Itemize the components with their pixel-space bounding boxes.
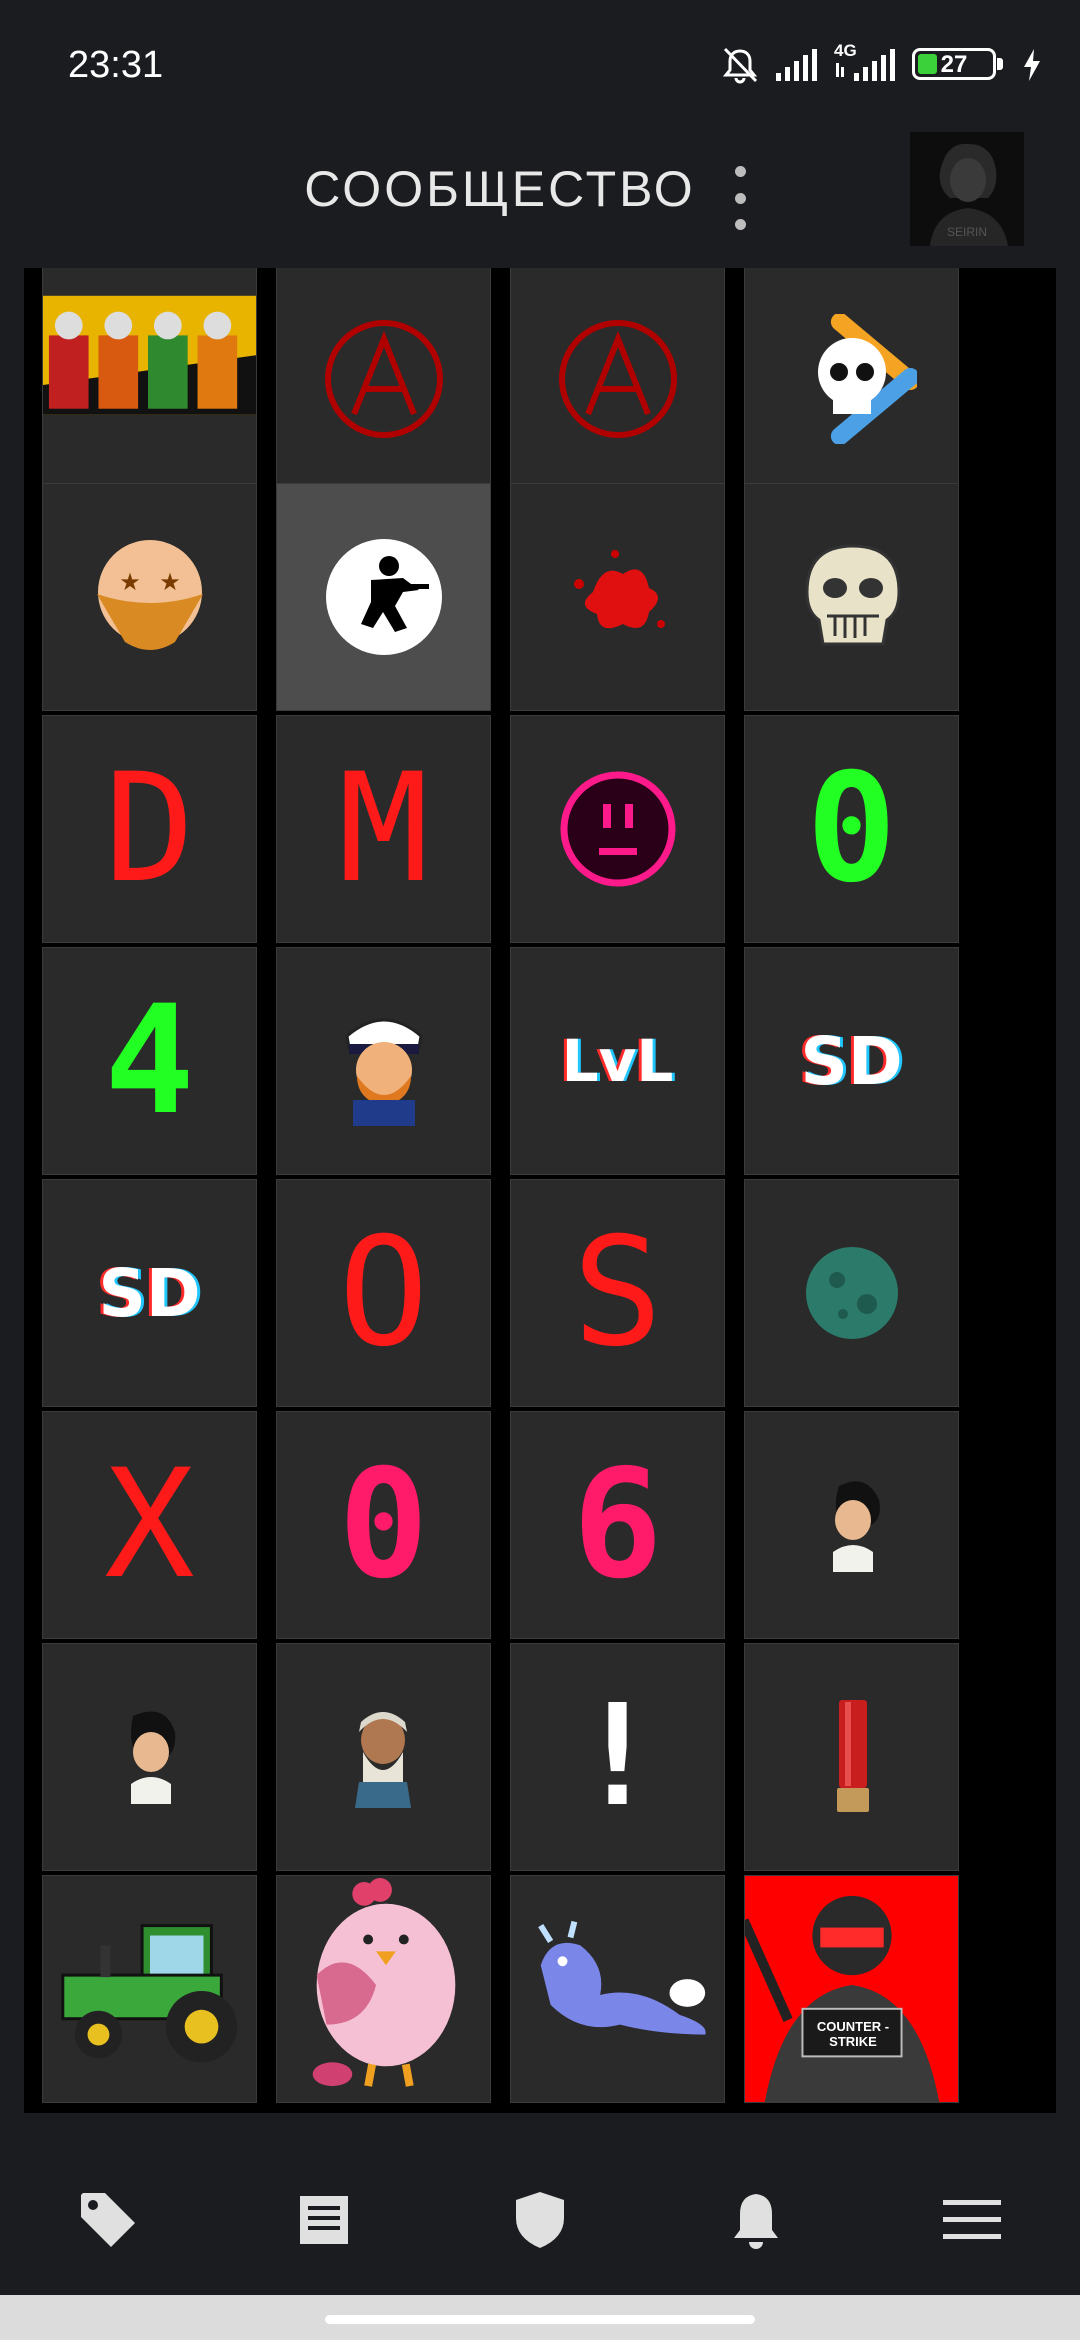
badge-cell-green-planet[interactable] [744,1179,959,1407]
badge-cell-boy-front[interactable] [42,1643,257,1871]
letter-s: S [572,1206,663,1380]
news-icon [300,2196,348,2244]
menu-icon [943,2200,1001,2239]
svg-text:SEIRIN: SEIRIN [947,225,987,239]
badge-cell-letter-x[interactable]: X [42,1411,257,1639]
badge-cell-bandit-emoji[interactable]: ★ ★ [42,483,257,711]
bottom-navigation [0,2145,1080,2295]
badge-cell-digit-0-pink[interactable]: 0 [276,1411,491,1639]
battery-label: 27 [940,51,968,78]
badge-cell-letter-d[interactable]: D [42,715,257,943]
sd-text: SD [800,1022,903,1100]
nav-store[interactable] [48,2160,168,2280]
exclamation-mark: ! [575,1675,660,1838]
badge-cell-shotgun-shell[interactable] [744,1643,959,1871]
letter-o: O [338,1206,429,1380]
badge-cell-blue-dragon[interactable] [510,1875,725,2103]
badge-cell-anarchy-1[interactable] [276,268,491,493]
home-gesture-handle[interactable] [325,2315,755,2324]
badge-cell-counter-strike[interactable]: COUNTER - STRIKE [744,1875,959,2103]
badge-cell-digit-4[interactable]: 4 [42,947,257,1175]
bell-off-icon [722,47,758,84]
status-icons: 4G 27 [720,40,1042,90]
signal-icon [776,49,817,81]
status-bar: 23:31 4G 27 [0,0,1080,130]
letter-d: D [104,742,195,916]
charging-icon [1024,49,1040,81]
digit-6: 6 [572,1438,663,1612]
more-vertical-icon[interactable] [726,166,754,230]
page-title: СООБЩЕСТВО [304,161,696,217]
badge-cell-blood-splatter[interactable] [510,483,725,711]
gesture-bar-area [0,2295,1080,2340]
badge-cell-tractor[interactable] [42,1875,257,2103]
digit-0: 0 [806,742,897,916]
badge-cell-old-man[interactable] [276,1643,491,1871]
badge-cell-captain[interactable] [276,947,491,1175]
badge-cell-anarchy-2[interactable] [510,268,725,493]
signal-4g-icon: 4G [834,41,898,85]
svg-text:★: ★ [159,569,181,596]
badge-cell-sd-2[interactable]: SD [42,1179,257,1407]
digit-4: 4 [104,974,195,1148]
bell-icon [734,2194,778,2249]
badge-cell-neon-smiley[interactable] [510,715,725,943]
lvl-text: LvL [561,1027,674,1095]
badge-cell-soldier-silhouette[interactable] [276,483,491,711]
badge-grid-container: ★ ★ D M 0 4 LvL SD SD O S X 0 6 ! COUNTE… [24,268,1056,2113]
sd-text: SD [98,1254,201,1332]
nav-news[interactable] [264,2160,384,2280]
tag-icon [81,2193,135,2247]
profile-avatar[interactable]: SEIRIN [910,132,1024,246]
battery-icon: 27 [912,46,1008,84]
badge-cell-digit-6[interactable]: 6 [510,1411,725,1639]
letter-m: M [338,742,429,916]
nav-notifications[interactable] [696,2160,816,2280]
badge-cell-letter-o[interactable]: O [276,1179,491,1407]
letter-x: X [104,1438,195,1612]
badge-cell-skull-crossbones[interactable] [744,268,959,493]
badge-cell-grinning-skull[interactable] [744,483,959,711]
svg-text:★: ★ [119,569,141,596]
badge-cell-letter-m[interactable]: M [276,715,491,943]
badge-cell-pink-chick[interactable] [276,1875,491,2103]
digit-0-pink: 0 [338,1438,429,1612]
badge-cell-letter-s[interactable]: S [510,1179,725,1407]
badge-cell-sd-1[interactable]: SD [744,947,959,1175]
badge-cell-lvl[interactable]: LvL [510,947,725,1175]
nav-guard[interactable] [480,2160,600,2280]
badge-cell-exclamation[interactable]: ! [510,1643,725,1871]
nav-menu[interactable] [912,2160,1032,2280]
status-time: 23:31 [68,44,164,86]
app-header: СООБЩЕСТВО SEIRIN [0,130,1080,268]
badge-cell-boy-profile[interactable] [744,1411,959,1639]
shield-icon [516,2192,564,2248]
badge-cell-digit-0[interactable]: 0 [744,715,959,943]
counter-strike-label: COUNTER - STRIKE [816,2019,890,2049]
badge-cell-payday-crew[interactable] [42,268,257,493]
